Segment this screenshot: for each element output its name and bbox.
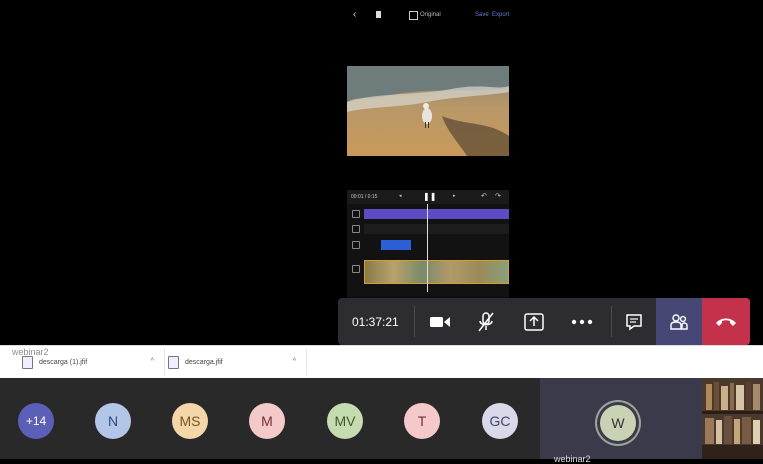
camera-icon [430, 316, 450, 327]
downloads-bar: webinar2 descarga (1).jfif ^ descarga.jf… [0, 345, 763, 379]
track-icon [352, 265, 360, 273]
camera-video-tile[interactable] [702, 378, 763, 459]
editor-toolbar: ‹ Original Save Export [345, 8, 515, 24]
active-speaker-tile[interactable]: W webinar2 [540, 378, 702, 464]
save-link[interactable]: Save [475, 12, 489, 18]
chevron-up-icon[interactable]: ^ [151, 358, 154, 365]
participants-button[interactable] [656, 298, 702, 345]
chat-icon [626, 313, 642, 330]
hang-up-icon [716, 318, 736, 326]
call-timer: 01:37:21 [352, 315, 399, 329]
download-item[interactable]: descarga (1).jfif ^ [12, 349, 165, 375]
participant-avatar[interactable]: MS [172, 403, 208, 439]
shared-screen: ‹ Original Save Export 00:01 / 0:15 ◂ ❚❚… [0, 0, 763, 345]
participant-avatar[interactable]: N [95, 403, 131, 439]
camera-button[interactable] [420, 298, 460, 345]
playhead[interactable] [427, 204, 428, 292]
participant-avatar[interactable]: MV [327, 403, 363, 439]
chevron-up-icon[interactable]: ^ [293, 358, 296, 365]
more-icon [571, 319, 593, 324]
next-frame-icon[interactable]: ▸ [453, 193, 456, 199]
back-icon[interactable]: ‹ [353, 9, 356, 20]
prev-frame-icon[interactable]: ◂ [399, 193, 402, 199]
editor-timeline[interactable]: 00:01 / 0:15 ◂ ❚❚ ▸ ↶ ↷ [347, 190, 509, 298]
mute-button[interactable] [466, 298, 506, 345]
more-options-button[interactable] [562, 298, 602, 345]
redo-icon[interactable]: ↷ [495, 192, 501, 200]
track-icon [352, 225, 360, 233]
beach-bird-image [347, 66, 509, 156]
file-icon [168, 355, 179, 369]
aspect-icon[interactable] [409, 11, 418, 20]
download-filename: descarga (1).jfif [39, 358, 88, 366]
participant-avatar: W [600, 405, 636, 441]
pause-icon[interactable]: ❚❚ [423, 192, 436, 201]
audio-track[interactable] [364, 209, 509, 219]
participant-name: webinar2 [554, 454, 591, 464]
timeline-toolbar: 00:01 / 0:15 ◂ ❚❚ ▸ ↶ ↷ [347, 190, 509, 204]
divider [414, 306, 415, 337]
download-item[interactable]: descarga.jfif ^ [158, 349, 307, 375]
empty-track[interactable] [364, 224, 509, 234]
call-controls-bar: 01:37:21 [338, 298, 750, 345]
chat-button[interactable] [614, 298, 654, 345]
overflow-participants-badge[interactable]: +14 [18, 403, 54, 439]
bookshelf-video [702, 378, 763, 459]
delete-icon[interactable] [376, 11, 381, 18]
download-filename: descarga.jfif [185, 358, 223, 366]
timecode: 00:01 / 0:15 [351, 194, 378, 200]
participant-avatar[interactable]: T [404, 403, 440, 439]
video-clip-strip[interactable] [364, 260, 509, 284]
participant-avatar[interactable]: M [249, 403, 285, 439]
track-icon [352, 210, 360, 218]
participant-avatar[interactable]: GC [482, 403, 518, 439]
participants-icon [670, 313, 688, 330]
participants-gallery: +14 N MS M MV T GC W webinar2 [0, 378, 763, 464]
mic-off-icon [478, 311, 494, 331]
video-preview [347, 66, 509, 156]
divider [611, 306, 612, 337]
undo-icon[interactable]: ↶ [481, 192, 487, 200]
share-screen-icon [524, 312, 544, 331]
export-link[interactable]: Export [492, 12, 509, 18]
hang-up-button[interactable] [702, 298, 750, 345]
track-icon [352, 241, 360, 249]
share-button[interactable] [514, 298, 554, 345]
text-clip[interactable] [381, 240, 411, 250]
aspect-label[interactable]: Original [420, 12, 441, 18]
file-icon [22, 355, 33, 369]
